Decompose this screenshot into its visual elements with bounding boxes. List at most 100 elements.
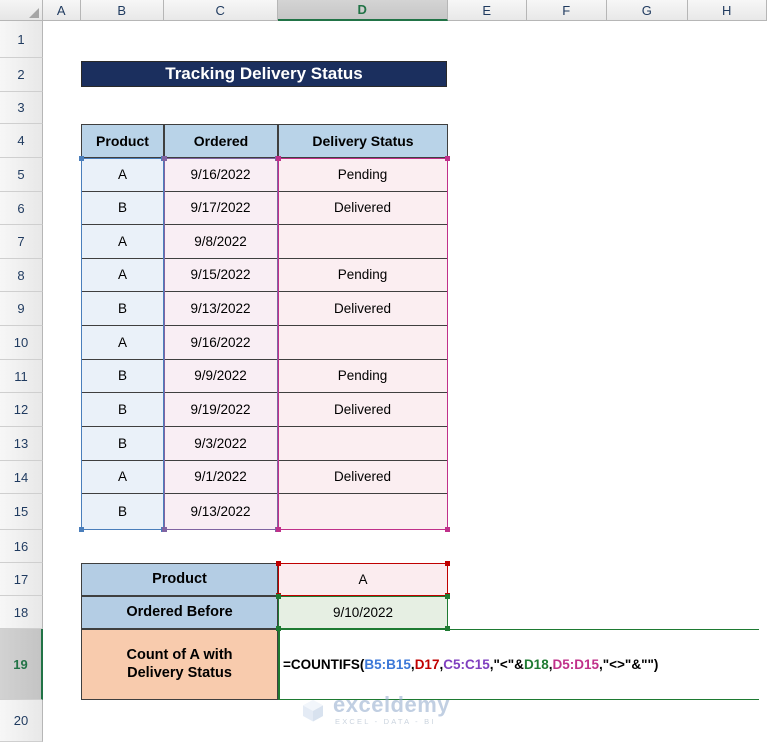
exceldemy-watermark: exceldemy EXCEL - DATA - BI: [300, 694, 450, 726]
row-header-11[interactable]: 11: [0, 360, 43, 393]
row-header-4[interactable]: 4: [0, 124, 43, 158]
table-cell-status: Delivered: [278, 292, 448, 326]
range-D17-handle: [276, 561, 281, 566]
cell-text: Delivered: [333, 401, 392, 417]
criteria-label-text: Product: [152, 571, 207, 588]
column-header-B[interactable]: B: [81, 0, 164, 21]
table-cell-ordered: 9/16/2022: [164, 326, 278, 360]
table-cell-ordered: 9/19/2022: [164, 393, 278, 427]
table-cell-product: A: [81, 225, 164, 259]
watermark-text: exceldemy EXCEL - DATA - BI: [333, 694, 450, 726]
watermark-tagline: EXCEL - DATA - BI: [335, 717, 436, 726]
spreadsheet-canvas: A B C D E F G H 1 2 3 4 5 6 7 8 9 10 11 12 13 14 15 16 17 18 19 20 T…: [0, 0, 767, 742]
row-header-1[interactable]: 1: [0, 21, 43, 58]
range-D18-handle: [276, 626, 281, 631]
formula-token-ref2: D17: [414, 656, 440, 672]
cell-text: 9/17/2022: [190, 200, 251, 216]
watermark-name: exceldemy: [333, 692, 451, 717]
table-cell-product: B: [81, 292, 164, 326]
table-cell-product: A: [81, 326, 164, 360]
table-cell-status: [278, 494, 448, 530]
range-D5-D15-handle: [445, 527, 450, 532]
table-cell-status: Pending: [278, 259, 448, 292]
column-header-C[interactable]: C: [164, 0, 278, 21]
cell-text: 9/8/2022: [194, 233, 247, 249]
criteria-label-product: Product: [81, 563, 278, 596]
table-header-label: Delivery Status: [312, 132, 414, 149]
row-header-17[interactable]: 17: [0, 563, 43, 596]
row-header-7[interactable]: 7: [0, 225, 43, 259]
column-header-A[interactable]: A: [43, 0, 81, 21]
row-header-3[interactable]: 3: [0, 92, 43, 124]
row-header-18[interactable]: 18: [0, 596, 43, 629]
criteria-value-product[interactable]: A: [278, 563, 448, 596]
table-header-label: Product: [96, 132, 149, 149]
table-cell-ordered: 9/1/2022: [164, 461, 278, 494]
row-header-10[interactable]: 10: [0, 326, 43, 360]
row-header-2[interactable]: 2: [0, 58, 43, 92]
row-header-6[interactable]: 6: [0, 192, 43, 225]
row-header-5[interactable]: 5: [0, 158, 43, 192]
select-all-corner[interactable]: [0, 0, 43, 21]
row-header-13[interactable]: 13: [0, 427, 43, 461]
title-banner: Tracking Delivery Status: [81, 61, 447, 87]
criteria-value-ordered-before[interactable]: 9/10/2022: [278, 596, 448, 629]
table-header-label: Ordered: [193, 132, 249, 149]
cell-text: Pending: [337, 267, 388, 283]
table-cell-product: B: [81, 427, 164, 461]
table-cell-product: A: [81, 461, 164, 494]
column-header-F[interactable]: F: [527, 0, 607, 21]
column-header-D[interactable]: D: [278, 0, 448, 21]
range-D18-handle: [276, 594, 281, 599]
row-header-8[interactable]: 8: [0, 259, 43, 292]
column-header-H[interactable]: H: [688, 0, 767, 21]
table-cell-ordered: 9/13/2022: [164, 292, 278, 326]
exceldemy-logo-icon: [300, 697, 326, 723]
cell-text: A: [117, 469, 127, 485]
row-header-20[interactable]: 20: [0, 700, 43, 742]
column-header-G[interactable]: G: [607, 0, 688, 21]
range-D5-D15-handle: [276, 156, 281, 161]
criteria-label-ordered-before: Ordered Before: [81, 596, 278, 629]
row-header-12[interactable]: 12: [0, 393, 43, 427]
cell-text: A: [117, 334, 127, 350]
criteria-label-text-line1: Count of A with: [126, 647, 233, 664]
cell-text: 9/13/2022: [190, 300, 251, 316]
table-cell-ordered: 9/16/2022: [164, 158, 278, 192]
formula-cell[interactable]: =COUNTIFS(B5:B15,D17,C5:C15,"<"&D18,D5:D…: [278, 629, 759, 700]
row-header-16[interactable]: 16: [0, 530, 43, 563]
range-D5-D15-handle: [445, 156, 450, 161]
cell-text: Delivered: [333, 469, 392, 485]
cell-text: Delivered: [333, 200, 392, 216]
table-cell-status: Pending: [278, 360, 448, 393]
cell-text: 9/13/2022: [190, 503, 251, 519]
table-cell-ordered: 9/8/2022: [164, 225, 278, 259]
table-header-product: Product: [81, 124, 164, 158]
banner-title-text: Tracking Delivery Status: [165, 64, 363, 84]
row-header-19[interactable]: 19: [0, 629, 43, 700]
cell-text: B: [117, 200, 127, 216]
range-D18-handle: [445, 594, 450, 599]
cell-text: 9/1/2022: [194, 469, 247, 485]
cell-text: 9/16/2022: [190, 166, 251, 182]
table-cell-product: A: [81, 259, 164, 292]
cell-text: A: [117, 267, 127, 283]
formula-token-tail: ,"<>"&""): [599, 656, 659, 672]
table-cell-status: Delivered: [278, 461, 448, 494]
table-cell-status: Delivered: [278, 192, 448, 225]
range-B5-B15-handle: [79, 527, 84, 532]
table-cell-status: [278, 427, 448, 461]
cell-text: A: [117, 166, 127, 182]
row-header-15[interactable]: 15: [0, 494, 43, 530]
cell-text: B: [117, 401, 127, 417]
range-D17-handle: [445, 561, 450, 566]
row-header-14[interactable]: 14: [0, 461, 43, 494]
table-cell-ordered: 9/17/2022: [164, 192, 278, 225]
table-cell-product: B: [81, 192, 164, 225]
column-header-E[interactable]: E: [448, 0, 527, 21]
table-cell-status: Delivered: [278, 393, 448, 427]
cell-text: A: [358, 571, 368, 587]
cell-text: Pending: [337, 368, 388, 384]
cell-text: B: [117, 503, 127, 519]
row-header-9[interactable]: 9: [0, 292, 43, 326]
